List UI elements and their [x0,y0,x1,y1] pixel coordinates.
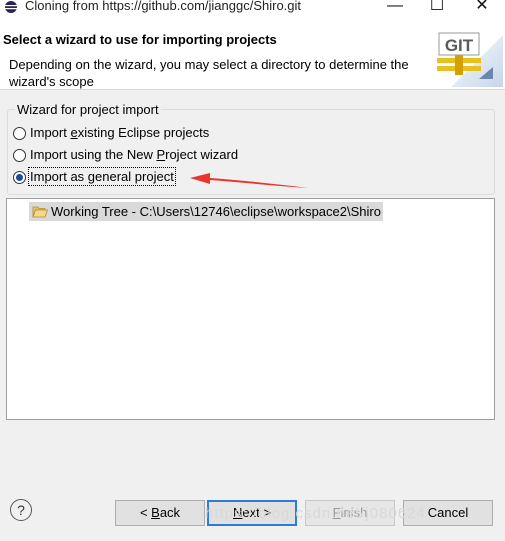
git-logo-text: GIT [445,36,474,55]
help-button[interactable]: ? [10,499,32,521]
close-button[interactable]: ✕ [468,0,496,16]
annotation-arrow-icon [190,173,308,188]
tree-item-working-tree[interactable]: Working Tree - C:\Users\12746\eclipse\wo… [29,202,383,221]
wizard-group-label: Wizard for project import [15,102,161,117]
radio-button-selected[interactable] [13,171,26,184]
radio-label[interactable]: Import as general project [28,167,176,186]
watermark: https://blog.csdn.net/j080624 [205,505,426,522]
minimize-button[interactable]: — [381,0,409,16]
wizard-header: Select a wizard to use for importing pro… [0,17,505,90]
working-tree-list[interactable]: Working Tree - C:\Users\12746\eclipse\wo… [6,198,495,420]
back-button[interactable]: < Back [115,500,205,526]
git-logo-icon: GIT [437,32,503,87]
tree-item-label: Working Tree - C:\Users\12746\eclipse\wo… [51,204,381,219]
page-title: Select a wizard to use for importing pro… [3,32,277,47]
page-description: Depending on the wizard, you may select … [9,57,409,89]
folder-open-icon [32,206,48,218]
eclipse-app-icon [5,1,17,13]
window-title: Cloning from https://github.com/jianggc/… [25,0,302,13]
radio-label[interactable]: Import using the New Project wizard [30,147,238,162]
title-bar: Cloning from https://github.com/jianggc/… [0,0,505,17]
maximize-button[interactable]: ☐ [423,0,451,16]
radio-button[interactable] [13,127,26,140]
radio-button[interactable] [13,149,26,162]
radio-label[interactable]: Import existing Eclipse projects [30,125,209,140]
